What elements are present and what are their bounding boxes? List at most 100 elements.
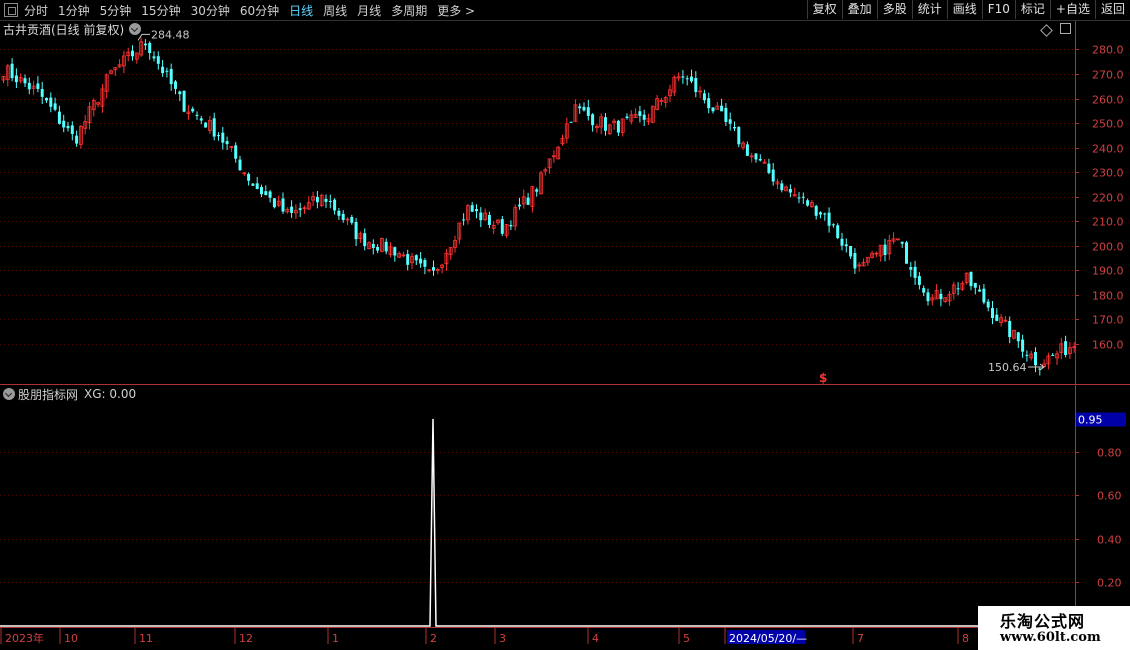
- multi-stock-button[interactable]: 多股: [876, 0, 912, 19]
- period-more[interactable]: 更多 >: [437, 2, 475, 19]
- candle-body: [152, 56, 156, 59]
- candle-body: [156, 56, 160, 64]
- signal-marker: $: [819, 371, 827, 385]
- back-button[interactable]: 返回: [1094, 0, 1130, 19]
- candle-body: [836, 225, 840, 239]
- price-tick-label: 260.0: [1092, 94, 1124, 107]
- period-1min[interactable]: 1分钟: [58, 2, 90, 19]
- candle-body: [36, 83, 40, 89]
- candle-body: [1021, 339, 1025, 352]
- period-60min[interactable]: 60分钟: [240, 2, 279, 19]
- indicator-tick-label: 0.80: [1097, 447, 1122, 460]
- statistics-button[interactable]: 统计: [911, 0, 947, 19]
- candle-body: [165, 70, 169, 72]
- price-tick-label: 210.0: [1092, 216, 1124, 229]
- period-30min[interactable]: 30分钟: [191, 2, 230, 19]
- period-5min[interactable]: 5分钟: [100, 2, 132, 19]
- restore-rights-button[interactable]: 复权: [806, 0, 842, 19]
- draw-line-button[interactable]: 画线: [946, 0, 982, 19]
- candle-body: [745, 144, 749, 156]
- watermark: 乐淘公式网 www.60lt.com: [978, 606, 1130, 650]
- period-multi[interactable]: 多周期: [391, 2, 427, 19]
- candle-body: [518, 204, 521, 207]
- candle-body: [148, 42, 152, 54]
- candle-body: [178, 91, 182, 95]
- candle-body: [238, 159, 242, 171]
- period-15min[interactable]: 15分钟: [141, 2, 180, 19]
- candle-body: [535, 189, 539, 192]
- time-label: 2: [430, 632, 437, 645]
- candle-body: [771, 169, 775, 182]
- price-tick-label: 270.0: [1092, 69, 1124, 82]
- candle-body: [234, 145, 238, 159]
- candle-body: [419, 258, 423, 264]
- candle-body: [690, 76, 693, 82]
- period-weekly[interactable]: 周线: [323, 2, 347, 19]
- candle-body: [694, 77, 698, 92]
- price-tick-label: 180.0: [1092, 290, 1124, 303]
- candle-body: [479, 212, 483, 221]
- candle-body: [290, 206, 294, 213]
- low-annotation-label: 150.64: [988, 361, 1027, 374]
- candle-body: [509, 225, 513, 227]
- f10-button[interactable]: F10: [981, 0, 1015, 19]
- candle-body: [432, 267, 435, 271]
- candle-body: [281, 198, 285, 212]
- window-box-icon[interactable]: [1060, 23, 1071, 34]
- candle-body: [754, 153, 758, 160]
- candle-body: [728, 119, 732, 124]
- candle-body: [500, 219, 504, 234]
- candle-body: [913, 266, 917, 278]
- watermark-title: 乐淘公式网: [1000, 612, 1086, 631]
- candle-body: [827, 212, 831, 226]
- candle-body: [75, 135, 79, 144]
- candle-body: [625, 116, 629, 119]
- price-tick-label: 280.0: [1092, 44, 1124, 57]
- xg-series-line: [0, 418, 978, 627]
- candle-body: [371, 243, 375, 248]
- candle-body: [939, 293, 943, 300]
- time-label-highlighted: 2024/05/20/—: [729, 632, 807, 645]
- candle-body: [978, 289, 982, 292]
- candle-body: [341, 213, 345, 220]
- price-tick-label: 200.0: [1092, 241, 1124, 254]
- period-daily[interactable]: 日线: [289, 2, 313, 19]
- candle-body: [758, 158, 762, 161]
- candle-body: [1034, 352, 1037, 366]
- chevron-down-icon[interactable]: [129, 23, 142, 35]
- indicator-tick-label: 0.40: [1097, 534, 1122, 547]
- period-fenshi[interactable]: 分时: [24, 2, 48, 19]
- candle-body: [956, 288, 960, 290]
- candle-body: [853, 253, 857, 269]
- candle-body: [604, 117, 607, 131]
- candle-body: [1016, 332, 1020, 342]
- candle-body: [333, 199, 337, 211]
- candle-body: [642, 114, 646, 120]
- candle-body: [212, 118, 216, 137]
- candle-body: [328, 200, 332, 202]
- stock-chart[interactable]: 160.0 170.0 180.0 190.0 200.0 210.0 220.0 230.0…: [0, 0, 1130, 650]
- candle-body: [174, 81, 177, 89]
- candle-body: [23, 78, 27, 84]
- mark-button[interactable]: 标记: [1014, 0, 1050, 19]
- candle-body: [62, 120, 66, 128]
- price-pane-title: 古井贡酒(日线 前复权): [0, 21, 142, 37]
- layout-icon[interactable]: [4, 3, 18, 17]
- candle-body: [204, 122, 208, 128]
- candle-body: [1008, 320, 1012, 338]
- watermark-url: www.60lt.com: [1000, 630, 1101, 645]
- candle-body: [840, 238, 844, 246]
- candle-body: [814, 205, 818, 216]
- candle-body: [711, 107, 715, 112]
- candle-body: [66, 125, 70, 129]
- overlay-button[interactable]: 叠加: [841, 0, 877, 19]
- price-tick-label: 190.0: [1092, 265, 1124, 278]
- chevron-down-icon[interactable]: [3, 388, 15, 400]
- add-watchlist-button[interactable]: +自选: [1049, 0, 1095, 19]
- period-monthly[interactable]: 月线: [357, 2, 381, 19]
- candle-body: [767, 163, 771, 174]
- candle-body: [569, 121, 573, 123]
- candle-body: [57, 111, 61, 124]
- price-tick-label: 160.0: [1092, 339, 1124, 352]
- candle-body: [272, 198, 276, 208]
